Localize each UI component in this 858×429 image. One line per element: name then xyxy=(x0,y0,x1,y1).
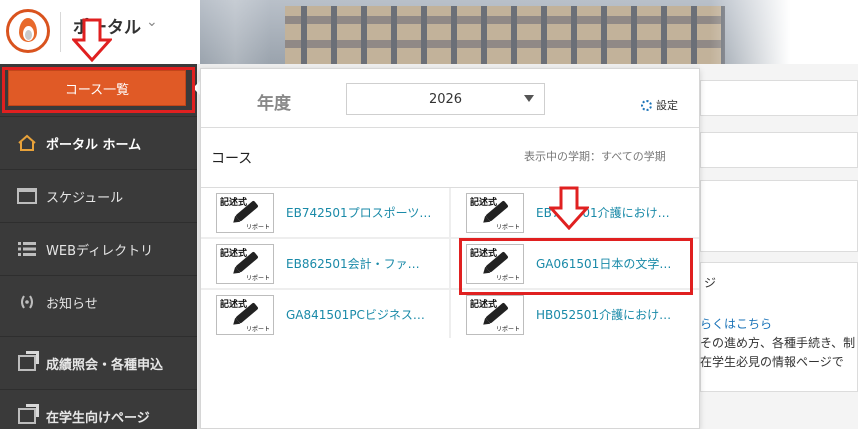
info-text: その進め方、各種手続き、制 xyxy=(700,336,856,350)
external-link-icon xyxy=(16,351,39,371)
calendar-icon xyxy=(16,188,38,204)
report-thumbnail: 記述式 リポート xyxy=(216,192,274,233)
chevron-down-icon[interactable]: ⌄ xyxy=(146,14,158,30)
annotation-highlight-box xyxy=(459,238,693,295)
sidebar-item-schedule[interactable]: スケジュール xyxy=(0,169,197,222)
content-block xyxy=(700,180,858,252)
home-icon xyxy=(16,134,38,152)
broadcast-icon xyxy=(16,294,38,310)
external-link-icon xyxy=(16,404,39,424)
course-link[interactable]: EB742501プロスポーツ… xyxy=(286,204,436,221)
panel-title-fragment: ジ xyxy=(704,276,717,290)
course-card[interactable]: 記述式 リポート HB052501介護におけ… xyxy=(451,290,699,339)
sidebar-item-label: 在学生向けページ xyxy=(46,410,150,426)
divider xyxy=(201,127,699,128)
sidebar-item-label: スケジュール xyxy=(46,190,124,206)
course-link[interactable]: EB862501会計・ファ… xyxy=(286,255,436,272)
course-section-title: コース xyxy=(211,151,253,167)
year-select[interactable]: 2026 xyxy=(346,83,545,115)
course-link[interactable]: GA841501PCビジネス… xyxy=(286,306,436,323)
list-icon xyxy=(16,242,38,256)
sidebar-item-student-pages[interactable]: 在学生向けページ xyxy=(0,389,197,429)
app-header: ポータル ⌄ xyxy=(0,0,858,64)
info-link[interactable]: らくはこちら xyxy=(700,315,772,332)
report-thumbnail: 記述式 リポート xyxy=(216,294,274,335)
sidebar-item-portal-home[interactable]: ポータル ホーム xyxy=(0,116,197,169)
sidebar-item-label: 成績照会・各種申込 xyxy=(46,357,164,373)
report-thumbnail: 記述式 リポート xyxy=(466,294,524,335)
content-bar xyxy=(700,132,858,168)
campus-banner-image xyxy=(200,0,790,64)
year-select-value: 2026 xyxy=(428,91,463,107)
annotation-highlight-box xyxy=(2,67,195,113)
sidebar-item-label: お知らせ xyxy=(46,296,98,312)
course-card[interactable]: 記述式 リポート EB862501会計・ファ… xyxy=(201,239,449,288)
term-info: 表示中の学期：すべての学期 xyxy=(524,150,666,163)
report-thumbnail: 記述式 リポート xyxy=(466,192,524,233)
logo-icon[interactable] xyxy=(6,9,50,53)
settings-link[interactable]: 設定 xyxy=(641,97,678,113)
sidebar-item-label: WEBディレクトリ xyxy=(46,243,154,259)
report-thumbnail: 記述式 リポート xyxy=(216,243,274,284)
annotation-arrow-down-icon xyxy=(72,18,112,62)
course-card[interactable]: 記述式 リポート GA841501PCビジネス… xyxy=(201,290,449,339)
course-link[interactable]: HB052501介護におけ… xyxy=(536,306,686,323)
sidebar-item-label: ポータル ホーム xyxy=(46,137,142,153)
course-card[interactable]: 記述式 リポート EB742501プロスポーツ… xyxy=(201,188,449,237)
sidebar-item-grades[interactable]: 成績照会・各種申込 xyxy=(0,336,197,389)
sidebar-item-web-directory[interactable]: WEBディレクトリ xyxy=(0,222,197,275)
dropdown-caret-icon xyxy=(524,95,534,102)
content-bar xyxy=(700,80,858,116)
header-divider xyxy=(60,12,61,52)
year-label: 年度 xyxy=(257,94,291,114)
sidebar-item-notices[interactable]: お知らせ xyxy=(0,275,197,328)
annotation-arrow-down-icon xyxy=(549,186,589,230)
sidebar: コース一覧 ポータル ホーム スケジュール WEBディレクトリ お知らせ 成績照… xyxy=(0,64,197,429)
info-text: 在学生必見の情報ページで xyxy=(700,355,844,369)
settings-label: 設定 xyxy=(656,99,678,112)
gear-icon xyxy=(641,99,652,111)
